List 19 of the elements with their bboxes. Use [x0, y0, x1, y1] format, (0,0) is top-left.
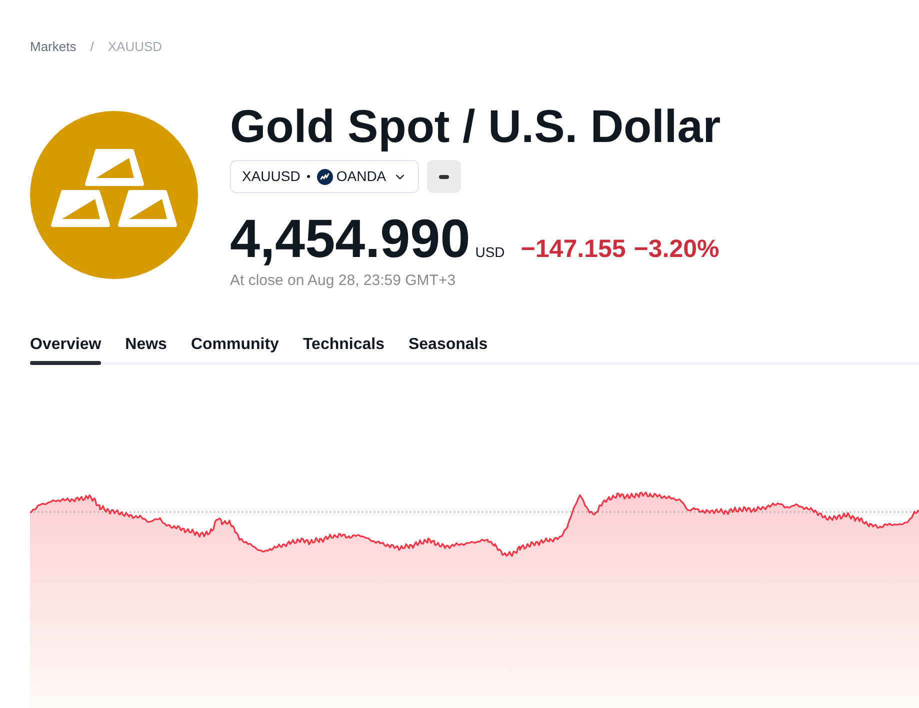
minus-icon	[439, 174, 450, 178]
chart-badge-icon	[317, 168, 334, 184]
breadcrumb-current: XAUUSD	[108, 38, 162, 56]
market-status: At close on Aug 28, 23:59 GMT+3	[230, 271, 457, 291]
price-change-percent: −3.20%	[634, 234, 720, 265]
price-change: −147.155	[520, 234, 626, 265]
breadcrumb-separator: /	[90, 38, 94, 56]
price-value: 4,454.990	[230, 209, 470, 269]
breadcrumb-link[interactable]: Markets	[30, 38, 76, 56]
page-title: Gold Spot / U.S. Dollar	[230, 99, 721, 153]
minus-button[interactable]	[427, 160, 462, 193]
ingots-icon	[30, 111, 198, 279]
tab[interactable]: Community	[190, 335, 279, 365]
symbol-selector[interactable]: XAUUSD OANDA	[230, 160, 420, 193]
tab[interactable]: Seasonals	[408, 335, 488, 365]
tab[interactable]: News	[125, 335, 167, 365]
tab[interactable]: Technicals	[302, 335, 384, 365]
price-currency: USD	[475, 243, 505, 262]
tab[interactable]: Overview	[30, 335, 102, 365]
